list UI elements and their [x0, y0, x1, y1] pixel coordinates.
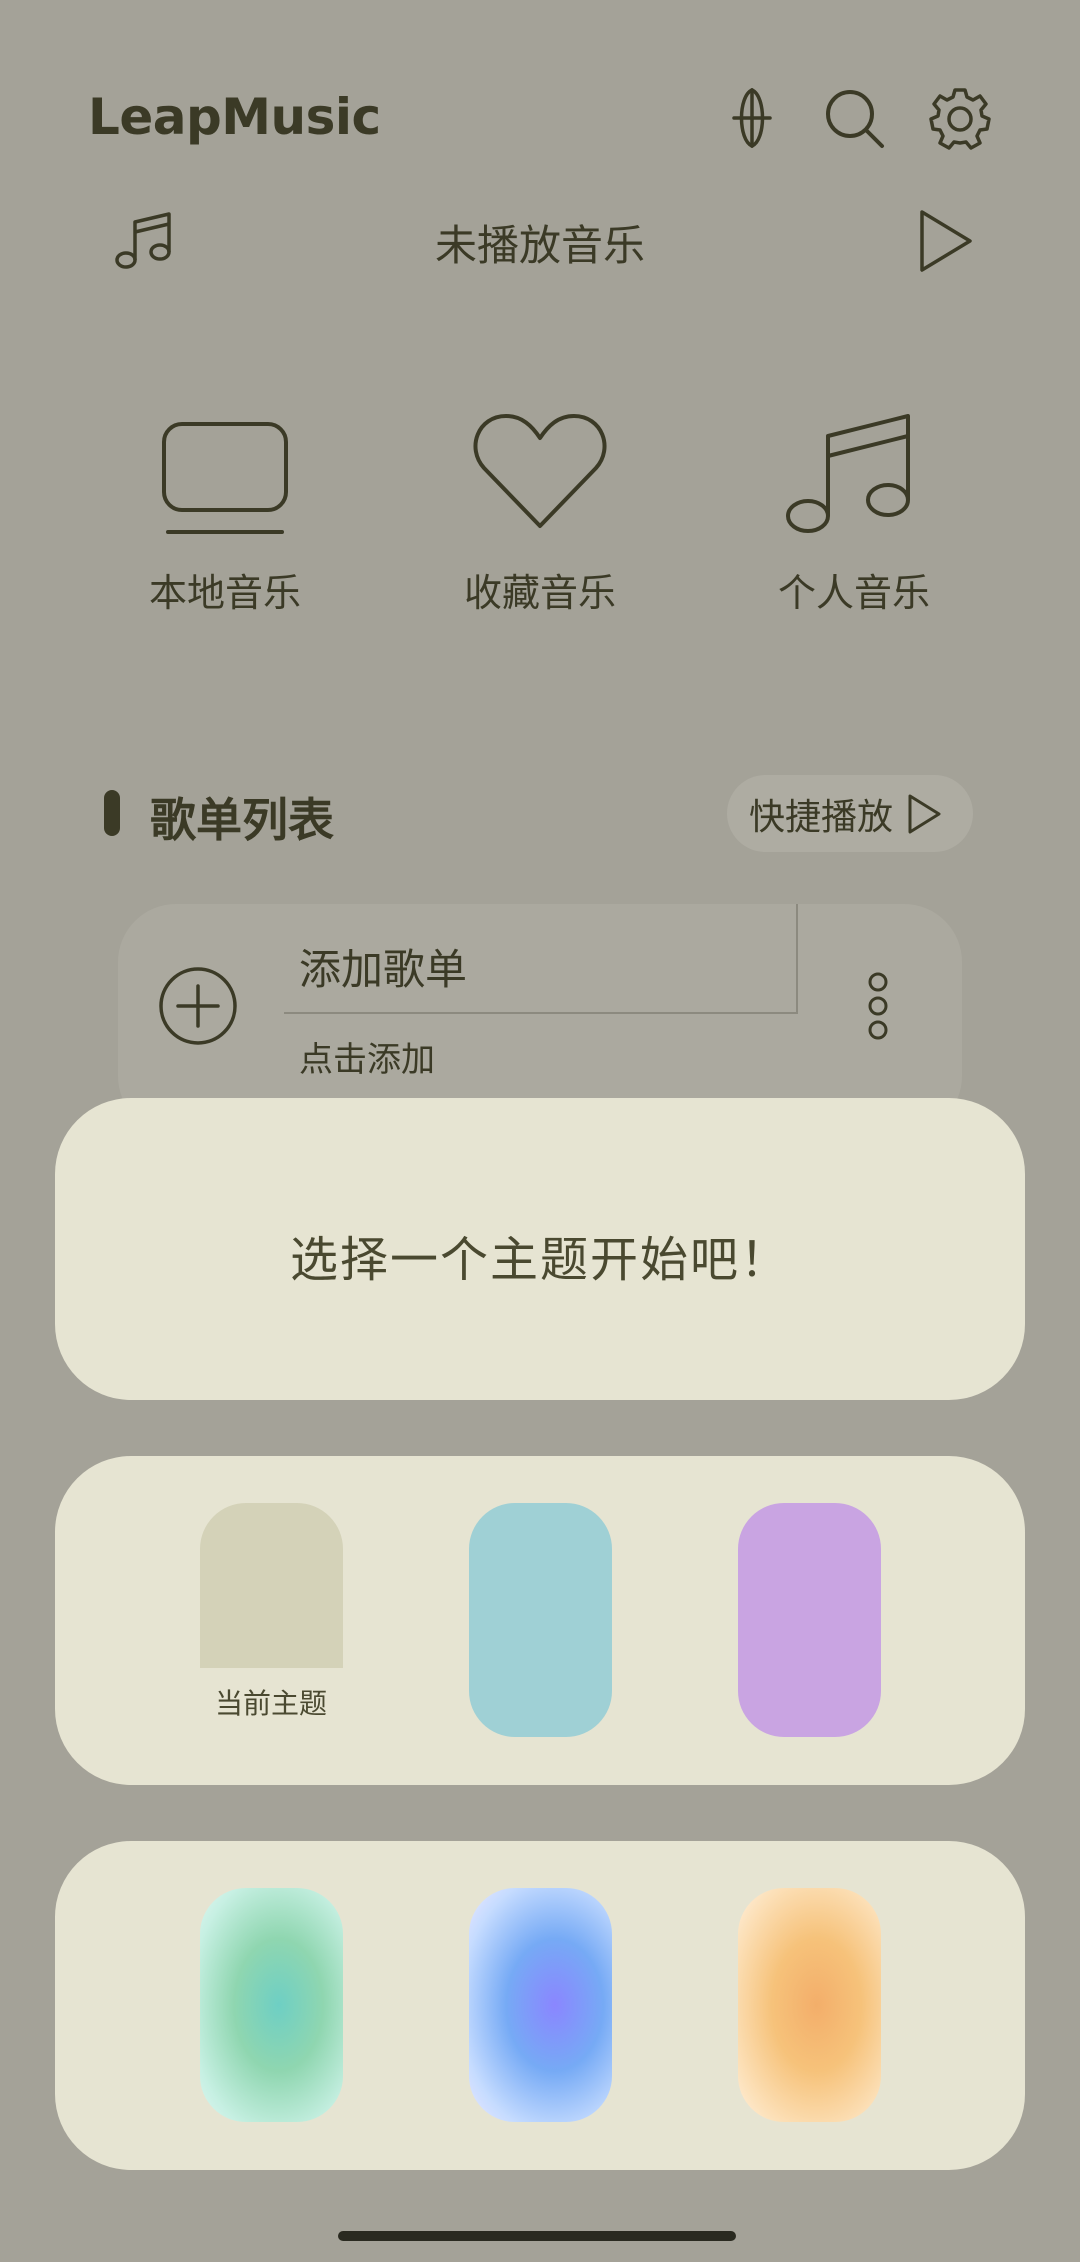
add-circle-icon[interactable]: [158, 966, 238, 1050]
monitor-icon: [162, 422, 288, 534]
theme-swatch-current[interactable]: [200, 1503, 343, 1668]
heart-icon: [473, 414, 607, 528]
play-icon: [908, 794, 941, 833]
category-favorite-music[interactable]: 收藏音乐: [420, 410, 660, 617]
category-personal-music[interactable]: 个人音乐: [734, 410, 974, 617]
search-icon[interactable]: [822, 86, 886, 150]
theme-swatch-blue-gradient[interactable]: [469, 1888, 612, 2122]
music-notes-icon: [786, 414, 910, 533]
add-playlist-subtitle: 点击添加: [299, 1040, 435, 1080]
app-title: LeapMusic: [88, 88, 381, 146]
home-indicator[interactable]: [338, 2231, 736, 2241]
add-playlist-title: 添加歌单: [299, 945, 468, 994]
playlist-section-title: 歌单列表: [150, 793, 334, 847]
current-theme-label: 当前主题: [214, 1687, 327, 1720]
theme-swatch-orange-gradient[interactable]: [738, 1888, 881, 2122]
theme-swatch-green-gradient[interactable]: [200, 1888, 343, 2122]
divider: [284, 1012, 796, 1014]
quick-play-label: 快捷播放: [749, 796, 894, 838]
quick-play-button[interactable]: 快捷播放: [727, 775, 973, 852]
section-marker: [104, 790, 120, 836]
category-label: 收藏音乐: [463, 571, 616, 615]
theme-sheet-title: 选择一个主题开始吧！: [289, 1232, 790, 1288]
play-icon[interactable]: [916, 206, 976, 280]
category-local-music[interactable]: 本地音乐: [105, 410, 345, 617]
divider: [796, 904, 798, 1014]
theme-swatch-purple[interactable]: [738, 1503, 881, 1737]
more-options-icon[interactable]: [864, 972, 892, 1044]
gear-icon[interactable]: [928, 86, 992, 150]
theme-swatch-teal[interactable]: [469, 1503, 612, 1737]
sort-icon[interactable]: [720, 86, 784, 150]
category-label: 个人音乐: [777, 571, 930, 615]
category-label: 本地音乐: [148, 571, 301, 615]
